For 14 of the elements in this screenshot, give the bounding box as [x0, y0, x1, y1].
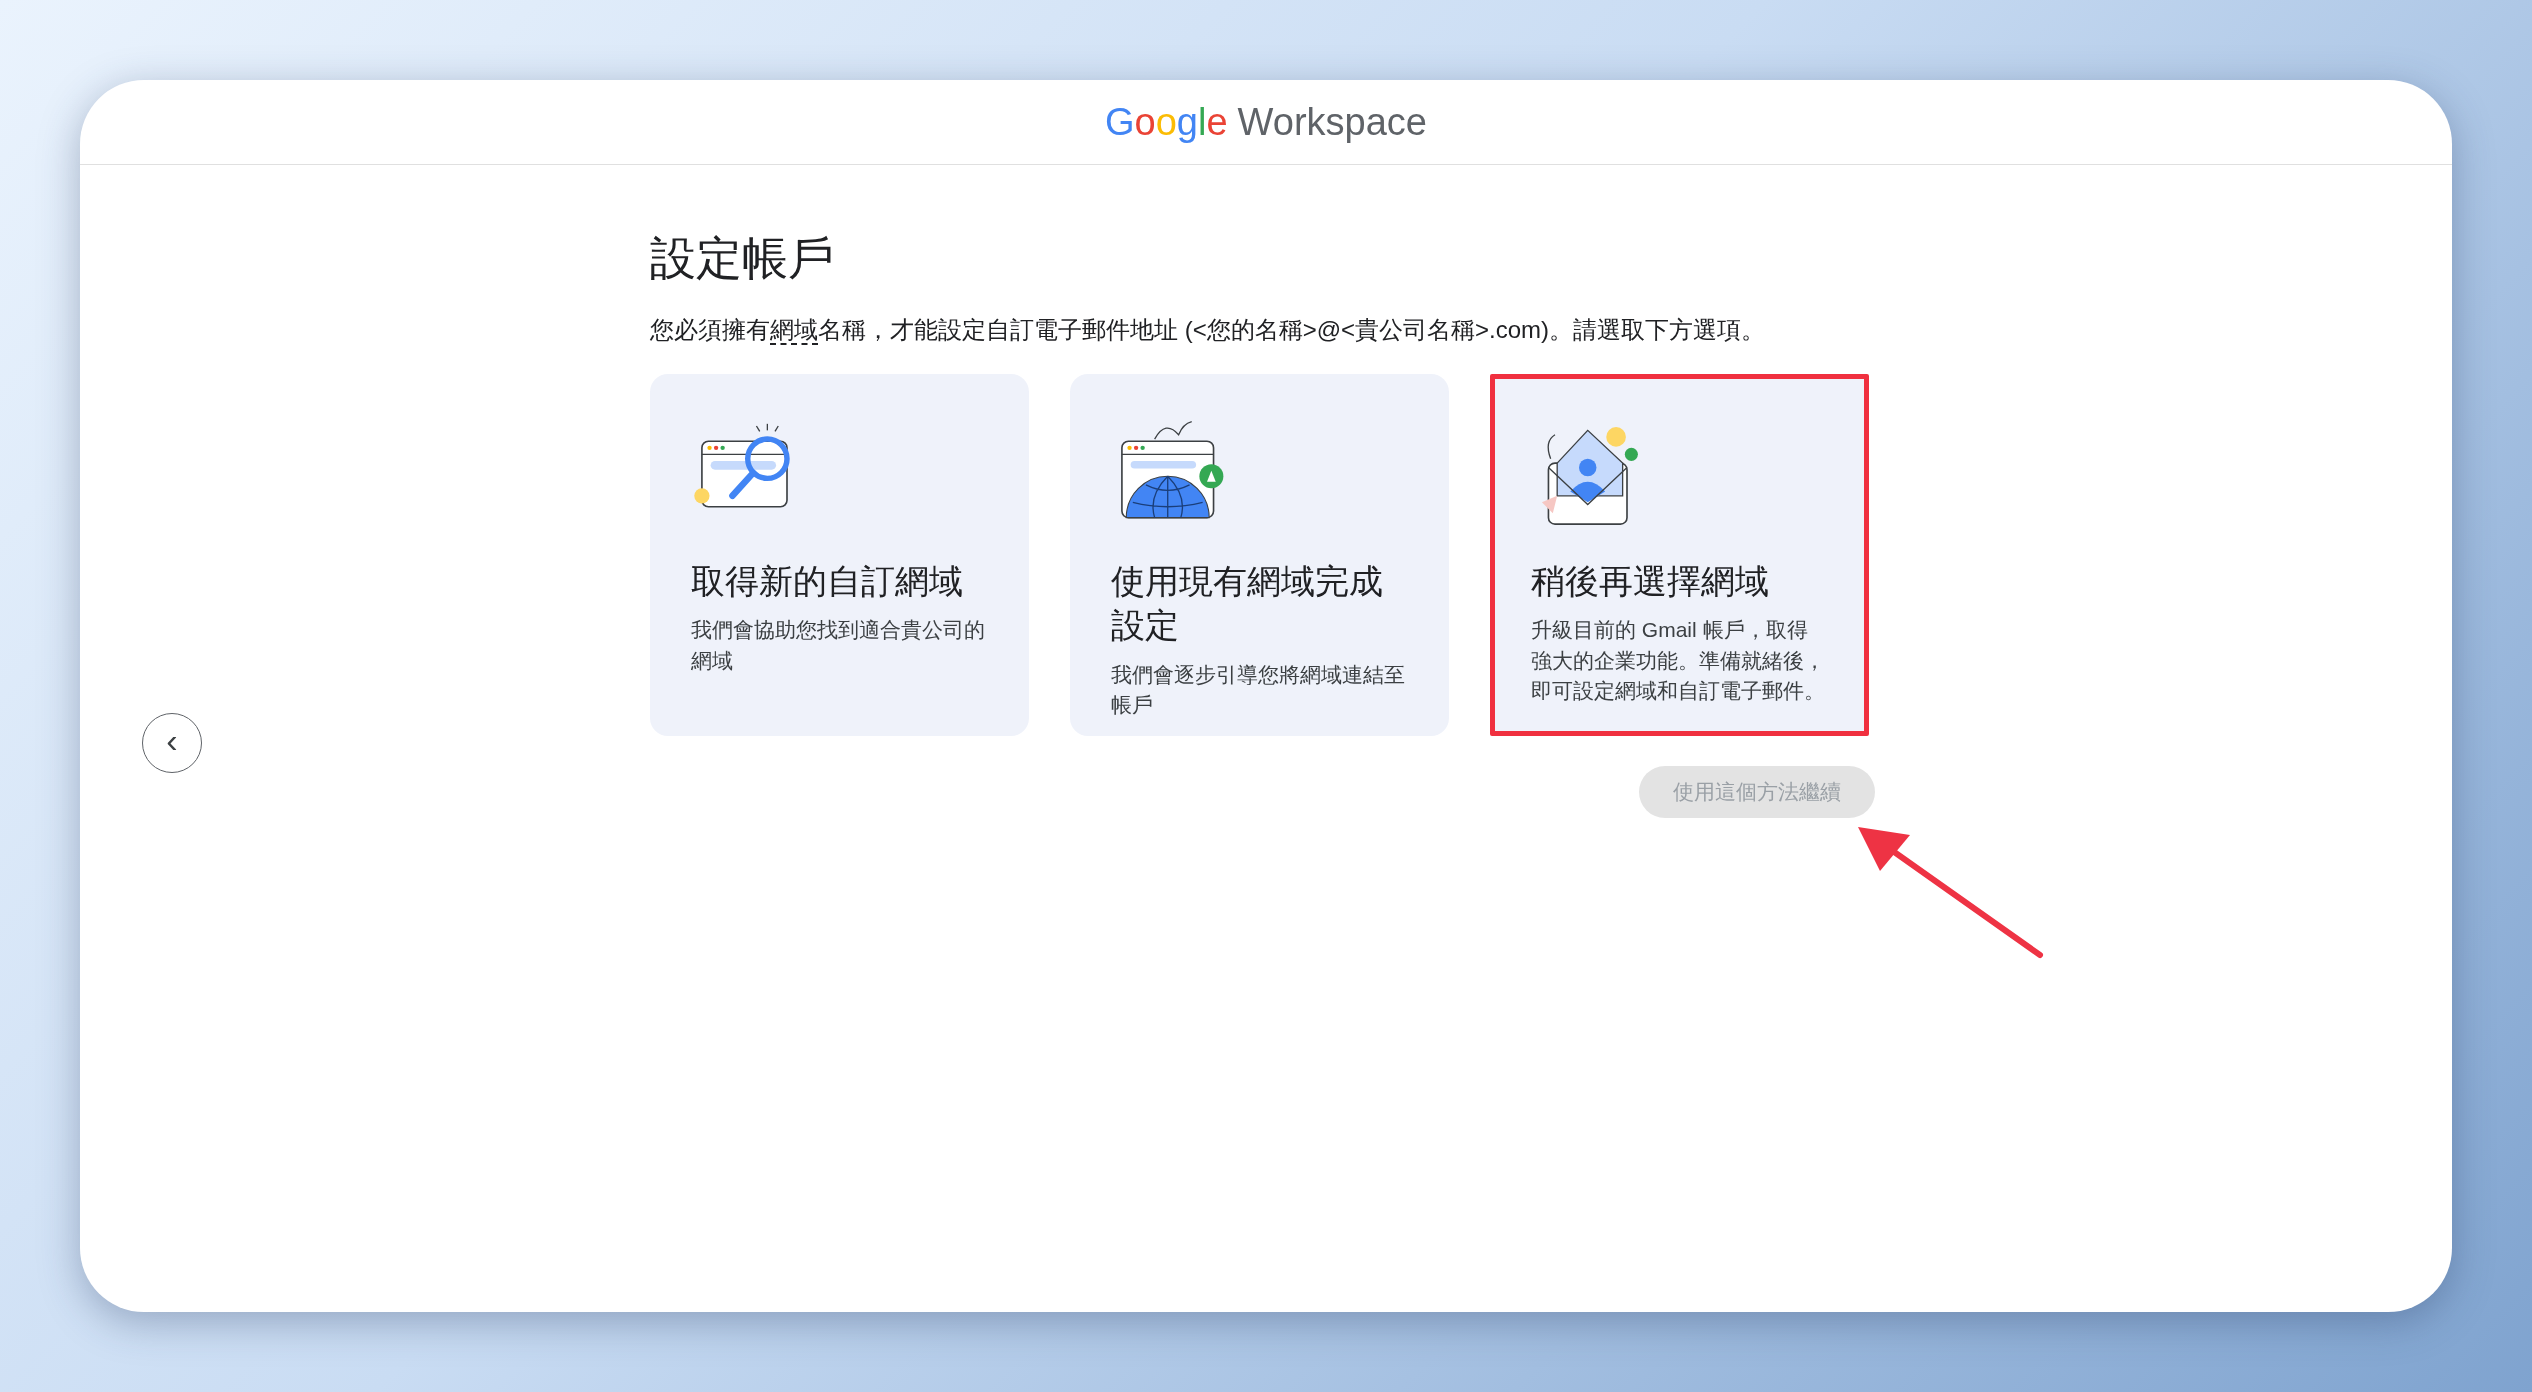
google-workspace-logo: Google Workspace: [1105, 100, 1427, 144]
option-title: 稍後再選擇網域: [1531, 561, 1770, 603]
option-card[interactable]: 使用現有網域完成設定 我們會逐步引導您將網域連結至帳戶: [1070, 374, 1449, 737]
option-description: 升級目前的 Gmail 帳戶，取得強大的企業功能。準備就緒後，即可設定網域和自訂電子郵件。: [1531, 617, 1826, 705]
page-title: 設定帳戶: [650, 231, 835, 286]
option-title: 使用現有網域完成設定: [1111, 561, 1384, 647]
option-description: 我們會協助您找到適合貴公司的網域: [691, 617, 986, 674]
option-card[interactable]: 稍後再選擇網域 升級目前的 Gmail 帳戶，取得強大的企業功能。準備就緒後，即可設定網域和自訂電子郵件。: [1490, 374, 1869, 737]
back-button[interactable]: ‹: [142, 713, 202, 773]
option-card[interactable]: 取得新的自訂網域 我們會協助您找到適合貴公司的網域: [650, 374, 1029, 737]
option-description: 我們會逐步引導您將網域連結至帳戶: [1111, 661, 1406, 718]
glossary-link[interactable]: 網域: [770, 316, 818, 346]
option-title: 取得新的自訂網域: [691, 561, 964, 603]
page-description: 您必須擁有網域名稱，才能設定自訂電子郵件地址 (<您的名稱>@<貴公司名稱>.com)。請選取下方選項。: [650, 315, 1767, 347]
